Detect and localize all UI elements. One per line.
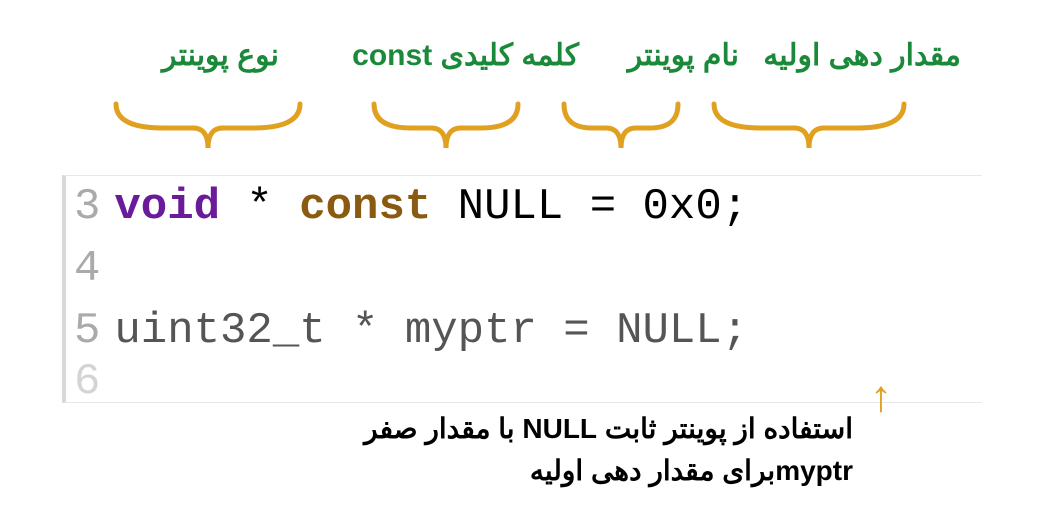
code-line-5: 5 uint32_t * myptr = NULL;	[66, 300, 982, 362]
line-number: 6	[74, 357, 100, 407]
code-token-const: const	[299, 182, 431, 232]
desc-text-myptr: myptr	[775, 455, 853, 486]
desc-text: با مقدار صفر	[364, 413, 522, 444]
code-line-4: 4	[66, 238, 982, 300]
code-line-3: 3 void * const NULL = 0x0;	[66, 176, 982, 238]
desc-text: برای مقدار دهی اولیه	[522, 455, 775, 486]
line-number: 4	[74, 244, 100, 294]
code-token: *	[220, 182, 299, 232]
code-token-void: void	[114, 182, 220, 232]
code-token: NULL = 0x0;	[431, 182, 748, 232]
description-line-2: برای مقدار دهی اولیه myptr	[522, 454, 853, 487]
arrow-up-icon: ↑	[870, 372, 892, 422]
brace-pointer-type	[108, 92, 308, 164]
brace-initial-value	[706, 92, 912, 164]
line-number: 3	[74, 182, 100, 232]
brace-const-keyword	[366, 92, 526, 164]
code-token: uint32_t * myptr = NULL;	[114, 306, 748, 356]
desc-text: استفاده از پوینتر ثابت	[597, 413, 853, 444]
label-const-keyword: کلمه کلیدی const	[352, 38, 579, 73]
label-pointer-name: نام پوینتر	[628, 38, 739, 73]
description-line-1: استفاده از پوینتر ثابت NULL با مقدار صفر	[364, 412, 853, 445]
line-number: 5	[74, 306, 100, 356]
code-block: 3 void * const NULL = 0x0; 4 5 uint32_t * …	[62, 175, 982, 403]
label-initial-value: مقدار دهی اولیه	[763, 38, 961, 73]
code-line-6-partial: 6	[66, 362, 982, 402]
label-pointer-type: نوع پوینتر	[162, 38, 279, 73]
brace-pointer-name	[556, 92, 686, 164]
desc-text-null: NULL	[522, 413, 597, 444]
